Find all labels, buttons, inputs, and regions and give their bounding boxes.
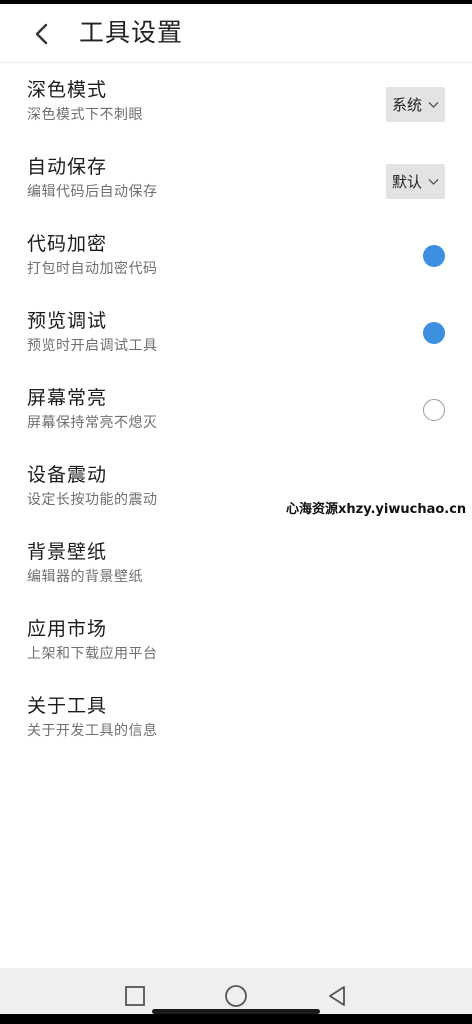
triangle-left-icon — [329, 986, 345, 1006]
setting-title: 屏幕常亮 — [27, 387, 108, 409]
setting-subtitle: 上架和下载应用平台 — [27, 646, 158, 662]
setting-preview-debug[interactable]: 预览调试 预览时开启调试工具 — [0, 294, 472, 371]
gesture-handle[interactable] — [152, 1009, 320, 1014]
setting-subtitle: 屏幕保持常亮不熄灭 — [27, 415, 158, 431]
square-icon — [125, 986, 145, 1006]
setting-screen-on[interactable]: 屏幕常亮 屏幕保持常亮不熄灭 — [0, 371, 472, 448]
setting-title: 预览调试 — [27, 310, 108, 332]
dropdown-value: 系统 — [391, 96, 422, 114]
setting-title: 深色模式 — [27, 79, 108, 101]
setting-auto-save[interactable]: 自动保存 编辑代码后自动保存 默认 — [0, 140, 472, 217]
home-button[interactable] — [220, 980, 252, 1012]
setting-title: 设备震动 — [27, 464, 108, 486]
dropdown-value: 默认 — [391, 173, 422, 191]
watermark: 心海资源xhzy.yiwuchao.cn — [286, 502, 467, 517]
screen-on-radio[interactable] — [423, 399, 445, 421]
setting-app-market[interactable]: 应用市场 上架和下载应用平台 — [0, 602, 472, 679]
chevron-down-icon — [428, 101, 439, 109]
setting-subtitle: 编辑器的背景壁纸 — [27, 569, 143, 585]
auto-save-dropdown[interactable]: 默认 — [385, 164, 445, 199]
setting-code-encrypt[interactable]: 代码加密 打包时自动加密代码 — [0, 217, 472, 294]
setting-title: 代码加密 — [27, 233, 108, 255]
app-header: 工具设置 — [0, 4, 472, 63]
code-encrypt-radio[interactable] — [423, 245, 445, 267]
chevron-down-icon — [428, 178, 439, 186]
bottom-edge — [0, 1014, 472, 1024]
dark-mode-dropdown[interactable]: 系统 — [385, 87, 445, 122]
setting-title: 背景壁纸 — [27, 541, 108, 563]
setting-subtitle: 编辑代码后自动保存 — [27, 184, 158, 200]
circle-icon — [225, 985, 247, 1007]
chevron-left-icon — [35, 23, 48, 45]
setting-subtitle: 关于开发工具的信息 — [27, 723, 158, 739]
recents-button[interactable] — [119, 980, 151, 1012]
preview-debug-radio[interactable] — [423, 322, 445, 344]
back-button[interactable] — [24, 16, 60, 52]
setting-wallpaper[interactable]: 背景壁纸 编辑器的背景壁纸 — [0, 525, 472, 602]
setting-title: 自动保存 — [27, 156, 108, 178]
setting-subtitle: 打包时自动加密代码 — [27, 261, 158, 277]
page-title: 工具设置 — [79, 18, 184, 47]
setting-title: 关于工具 — [27, 695, 108, 717]
setting-title: 应用市场 — [27, 618, 108, 640]
setting-subtitle: 设定长按功能的震动 — [27, 492, 158, 508]
nav-back-button[interactable] — [321, 980, 353, 1012]
screen: 工具设置 深色模式 深色模式下不刺眼 系统 自动保存 编辑代码后自动保存 默认 — [0, 0, 472, 1024]
setting-about[interactable]: 关于工具 关于开发工具的信息 — [0, 679, 472, 756]
setting-dark-mode[interactable]: 深色模式 深色模式下不刺眼 系统 — [0, 63, 472, 140]
setting-subtitle: 预览时开启调试工具 — [27, 338, 158, 354]
settings-list: 深色模式 深色模式下不刺眼 系统 自动保存 编辑代码后自动保存 默认 代码加密 … — [0, 63, 472, 756]
setting-subtitle: 深色模式下不刺眼 — [27, 107, 143, 123]
